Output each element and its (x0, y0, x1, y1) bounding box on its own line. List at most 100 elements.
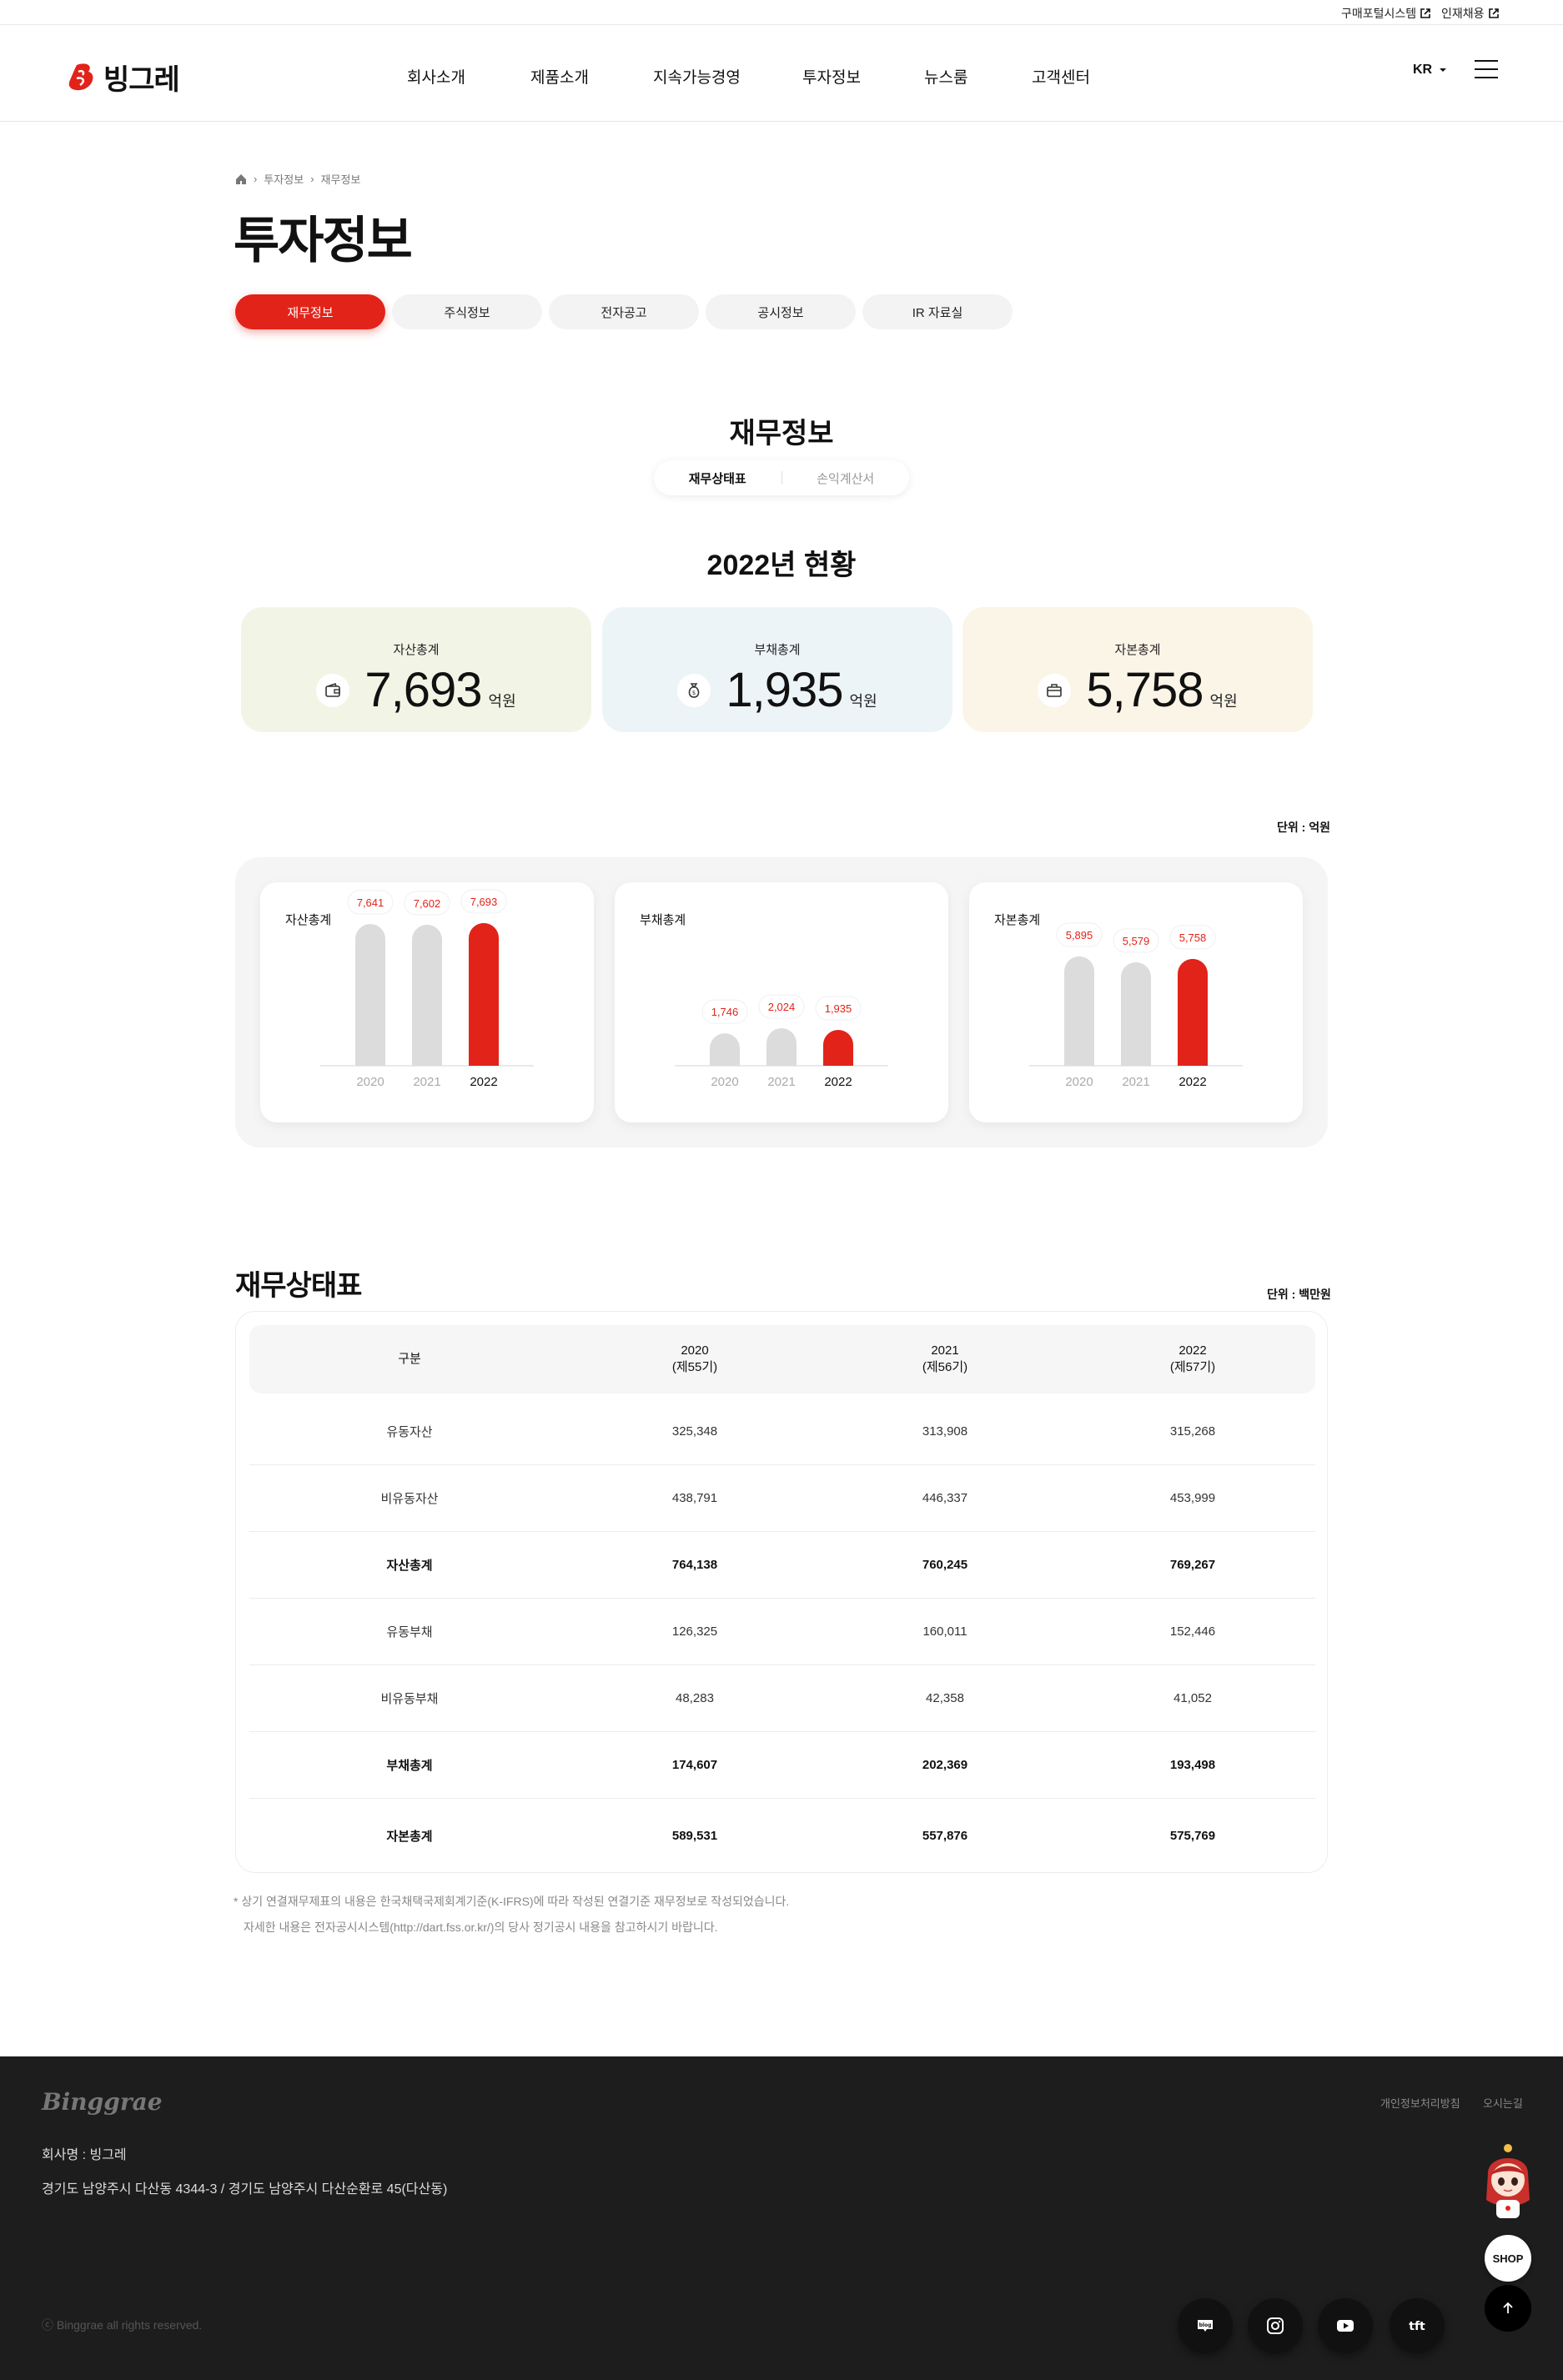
language-label: KR (1413, 63, 1433, 77)
tab-financial-info[interactable]: 재무정보 (235, 294, 385, 329)
purchase-portal-link[interactable]: 구매포털시스템 (1341, 5, 1431, 22)
nav-customer-center[interactable]: 고객센터 (1032, 65, 1090, 88)
row-label: 부채총계 (386, 1759, 433, 1773)
row-value: 557,876 (922, 1828, 968, 1843)
instagram-icon[interactable] (1248, 2298, 1303, 2353)
company-address: 경기도 남양주시 다산동 4344-3 / 경기도 남양주시 다산순환로 45(… (42, 2182, 448, 2197)
chart-card-equity: 자본총계 5,895 2020 5,579 2021 5,758 2022 (969, 882, 1303, 1122)
chart-bar (1064, 956, 1094, 1066)
header-2021: 2021 (제56기) (922, 1343, 968, 1374)
chart-panel: 자산총계 7,641 2020 7,602 2021 7,693 2022 부채총계 1,… (235, 857, 1328, 1147)
tft-icon[interactable]: tft (1390, 2298, 1445, 2353)
subtab-balance-sheet[interactable]: 재무상태표 (654, 469, 782, 487)
tab-e-notice[interactable]: 전자공고 (549, 294, 699, 329)
table-row: 자본총계 589,531 557,876 575,769 (249, 1799, 1315, 1872)
blog-icon[interactable]: blog (1178, 2298, 1233, 2353)
nav-company[interactable]: 회사소개 (407, 65, 465, 88)
recruit-label: 인재채용 (1441, 7, 1485, 20)
svg-text:blog: blog (1199, 2322, 1212, 2328)
row-value: 575,769 (1169, 1828, 1216, 1843)
site-footer: Binggrae 개인정보처리방침 오시는길 회사명 : 빙그레 경기도 남양주… (0, 2056, 1563, 2380)
x-tick-label: 2020 (1065, 1075, 1093, 1089)
chart-bar (412, 924, 442, 1066)
menu-toggle-button[interactable] (1475, 60, 1498, 78)
recruit-link[interactable]: 인재채용 (1441, 5, 1500, 22)
data-label: 1,746 (711, 1006, 739, 1018)
nav-newsroom[interactable]: 뉴스룸 (924, 65, 967, 88)
row-value: 160,011 (922, 1624, 967, 1639)
caret-down-icon (1440, 68, 1447, 72)
tab-stock-info[interactable]: 주식정보 (392, 294, 542, 329)
wallet-icon (316, 673, 350, 707)
row-value: 193,498 (1169, 1758, 1216, 1772)
language-selector[interactable]: KR (1413, 63, 1447, 78)
shop-button[interactable]: SHOP (1485, 2235, 1531, 2282)
x-tick-label: 2022 (470, 1075, 497, 1089)
row-label: 자본총계 (386, 1829, 433, 1844)
svg-text:$: $ (692, 690, 696, 696)
row-label: 유동자산 (386, 1425, 433, 1439)
nav-investment[interactable]: 투자정보 (802, 65, 861, 88)
statement-subtabs: 재무상태표 손익계산서 (654, 460, 909, 495)
tab-disclosure[interactable]: 공시정보 (706, 294, 856, 329)
data-label: 7,641 (357, 896, 384, 909)
row-value: 174,607 (671, 1758, 718, 1772)
header-2022: 2022 (제57기) (1169, 1343, 1216, 1374)
money-bag-icon: $ (677, 673, 711, 707)
data-label: 1,935 (825, 1002, 852, 1015)
table-row: 자산총계 764,138 760,245 769,267 (249, 1532, 1315, 1599)
liabilities-bar-chart: 1,746 2020 2,024 2021 1,935 2022 (675, 994, 888, 1089)
briefcase-icon (1038, 673, 1072, 707)
chart-bar (469, 922, 499, 1066)
chart-unit-note: 단위 : 억원 (1277, 821, 1330, 834)
table-row: 유동부채 126,325 160,011 152,446 (249, 1599, 1315, 1665)
chart-bar (1178, 958, 1208, 1066)
mascot-character-icon[interactable] (1476, 2141, 1540, 2225)
row-label: 비유동부채 (380, 1692, 439, 1706)
row-value: 760,245 (922, 1558, 968, 1572)
summary-label: 자산총계 (393, 643, 440, 657)
table-header: 구분 2020 (제55기) 2021 (제56기) 2022 (제57기) (249, 1325, 1315, 1393)
summary-card-liabilities: 부채총계 $ 1,935 억원 (602, 607, 952, 732)
breadcrumb-investment[interactable]: 투자정보 (264, 171, 304, 187)
x-tick-label: 2022 (824, 1075, 852, 1089)
page-title: 투자정보 (234, 213, 413, 269)
row-value: 764,138 (671, 1558, 718, 1572)
subtab-income-statement[interactable]: 손익계산서 (782, 469, 910, 487)
summary-value: 1,935 (726, 663, 843, 717)
table-row: 비유동부채 48,283 42,358 41,052 (249, 1665, 1315, 1732)
row-value: 315,268 (1169, 1424, 1216, 1439)
data-label: 5,895 (1066, 929, 1093, 941)
svg-text:tft: tft (1409, 2320, 1425, 2333)
tab-ir-library[interactable]: IR 자료실 (862, 294, 1013, 329)
home-icon[interactable] (235, 173, 247, 185)
nav-products[interactable]: 제품소개 (530, 65, 589, 88)
row-value: 202,369 (922, 1758, 968, 1772)
youtube-icon[interactable] (1318, 2298, 1373, 2353)
x-tick-label: 2022 (1179, 1075, 1206, 1089)
summary-unit: 억원 (849, 693, 877, 710)
scroll-top-button[interactable] (1485, 2285, 1531, 2332)
footer-logo[interactable]: Binggrae (42, 2088, 163, 2116)
summary-card-equity: 자본총계 5,758 억원 (962, 607, 1313, 732)
summary-unit: 억원 (1209, 693, 1238, 710)
footnote-line-1: * 상기 연결재무제표의 내용은 한국채택국제회계기준(K-IFRS)에 따라 … (234, 1895, 790, 1908)
summary-label: 자본총계 (1114, 643, 1161, 657)
data-label: 5,758 (1179, 931, 1207, 944)
balance-sheet-table: 구분 2020 (제55기) 2021 (제56기) 2022 (제57기) 유동자산… (235, 1311, 1328, 1873)
nav-sustainability[interactable]: 지속가능경영 (653, 65, 741, 88)
row-label: 자산총계 (386, 1559, 433, 1573)
logo-text: 빙그레 (103, 64, 180, 96)
data-label: 7,602 (414, 897, 441, 910)
chart-bar (823, 1029, 853, 1066)
header-category: 구분 (398, 1352, 421, 1366)
purchase-portal-label: 구매포털시스템 (1341, 7, 1417, 20)
brand-logo[interactable]: 빙그레 (65, 57, 180, 98)
data-label: 2,024 (768, 1001, 796, 1013)
chart-bar (1121, 962, 1151, 1066)
chart-bar (766, 1027, 797, 1066)
privacy-policy-link[interactable]: 개인정보처리방침 (1380, 2095, 1460, 2111)
directions-link[interactable]: 오시는길 (1483, 2095, 1523, 2111)
breadcrumb-financial[interactable]: 재무정보 (321, 171, 361, 187)
footnote-line-2: 자세한 내용은 전자공시시스템(http://dart.fss.or.kr/)의… (244, 1921, 718, 1934)
